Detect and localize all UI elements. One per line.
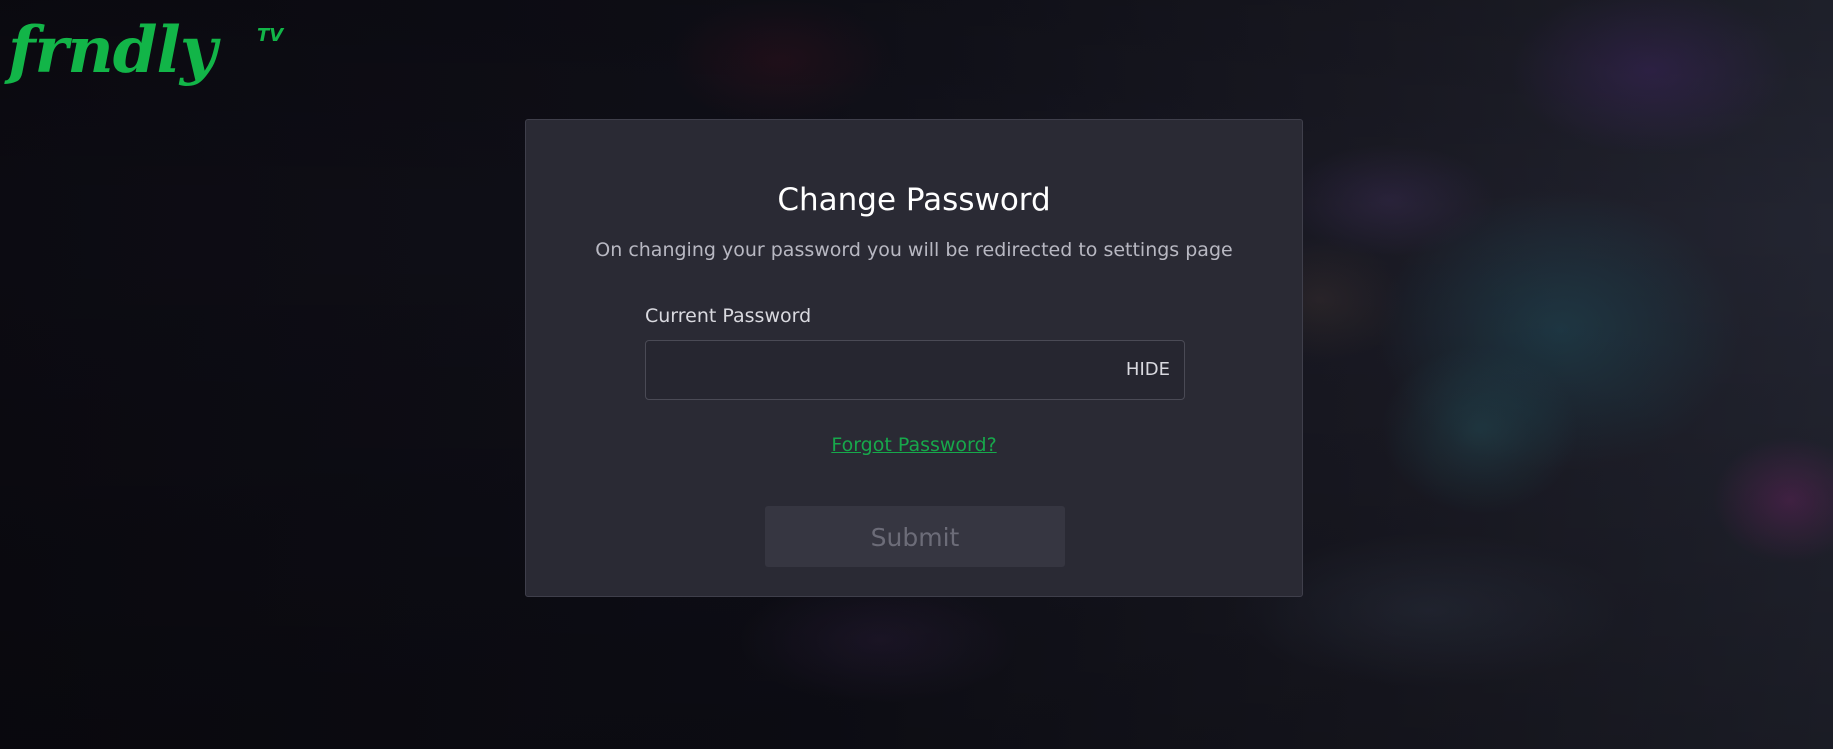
page: frndly TV Change Password On changing yo…: [0, 0, 1833, 749]
current-password-input[interactable]: [646, 341, 1086, 399]
current-password-label: Current Password: [645, 305, 812, 327]
frndly-tv-logo[interactable]: frndly TV: [8, 14, 283, 96]
forgot-password-link[interactable]: Forgot Password?: [831, 434, 996, 456]
logo-tv-superscript: TV: [257, 25, 284, 46]
password-visibility-toggle[interactable]: HIDE: [1126, 357, 1170, 383]
submit-button[interactable]: Submit: [765, 506, 1065, 567]
current-password-field: HIDE: [645, 340, 1185, 400]
change-password-card: Change Password On changing your passwor…: [525, 119, 1303, 597]
logo-wordmark: frndly: [8, 13, 217, 88]
page-title: Change Password: [777, 182, 1051, 218]
page-subtitle: On changing your password you will be re…: [595, 239, 1233, 261]
forgot-password-container: Forgot Password?: [526, 432, 1302, 458]
